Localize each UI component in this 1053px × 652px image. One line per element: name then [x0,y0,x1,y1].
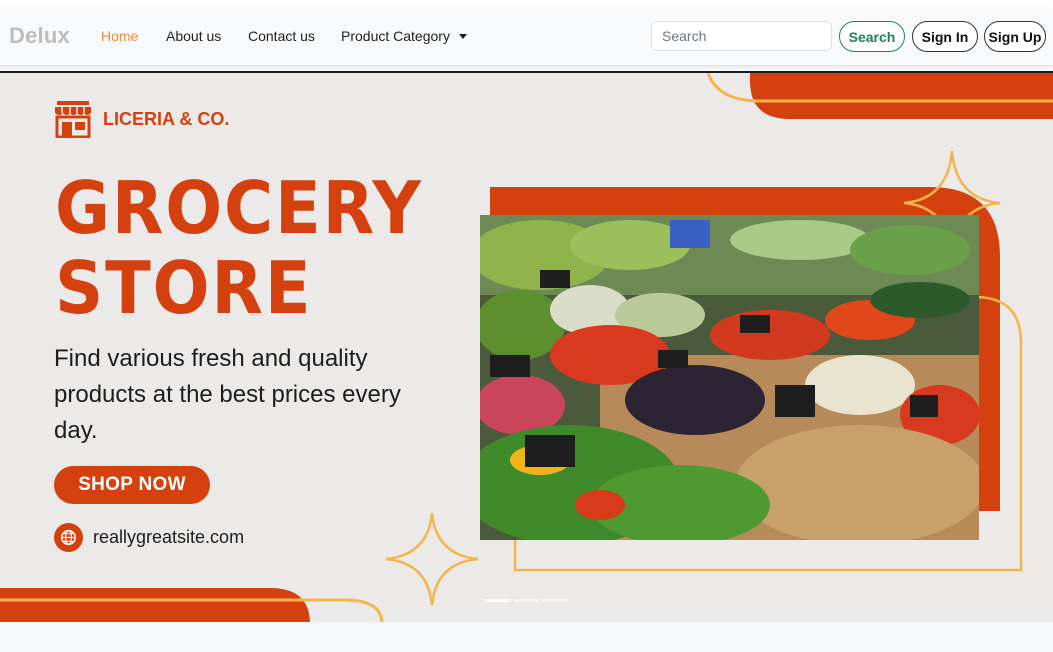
top-strip [0,0,1053,8]
hero-title: GROCERY STORE [55,168,423,328]
vegetable-market-photo [480,215,979,540]
hero-carousel: LICERIA & CO. GROCERY STORE Find various… [0,71,1053,622]
store-icon [55,101,91,138]
shop-now-button[interactable]: SHOP NOW [54,466,210,504]
page-bottom [0,622,1053,652]
search-button[interactable]: Search [839,21,905,52]
carousel-indicators [485,599,568,602]
nav-contact[interactable]: Contact us [248,28,315,44]
carousel-indicator-3[interactable] [543,599,568,602]
bottom-left-banner-shape [0,588,310,622]
company-name: LICERIA & CO. [103,109,230,129]
caret-down-icon [458,34,467,39]
globe-icon [54,523,83,552]
top-right-banner-shape [750,73,1053,119]
carousel-indicator-2[interactable] [514,599,539,602]
search-input[interactable] [651,21,832,51]
navbar: Delux Home About us Contact us Product C… [0,8,1053,66]
hero-tagline: Find various fresh and quality products … [54,345,401,444]
sign-in-button[interactable]: Sign In [912,21,978,52]
nav-about[interactable]: About us [166,28,221,44]
hero-title-line1: GROCERY [55,166,423,250]
sparkle-icon [385,512,479,606]
sign-up-button[interactable]: Sign Up [984,21,1046,52]
nav-product-category[interactable]: Product Category [341,28,467,44]
brand-logo[interactable]: Delux [9,23,70,49]
hero-title-line2: STORE [55,246,313,330]
nav-home[interactable]: Home [101,28,138,44]
nav-product-category-label: Product Category [341,28,450,44]
carousel-indicator-1[interactable] [485,599,510,602]
website-link: reallygreatsite.com [93,527,245,547]
